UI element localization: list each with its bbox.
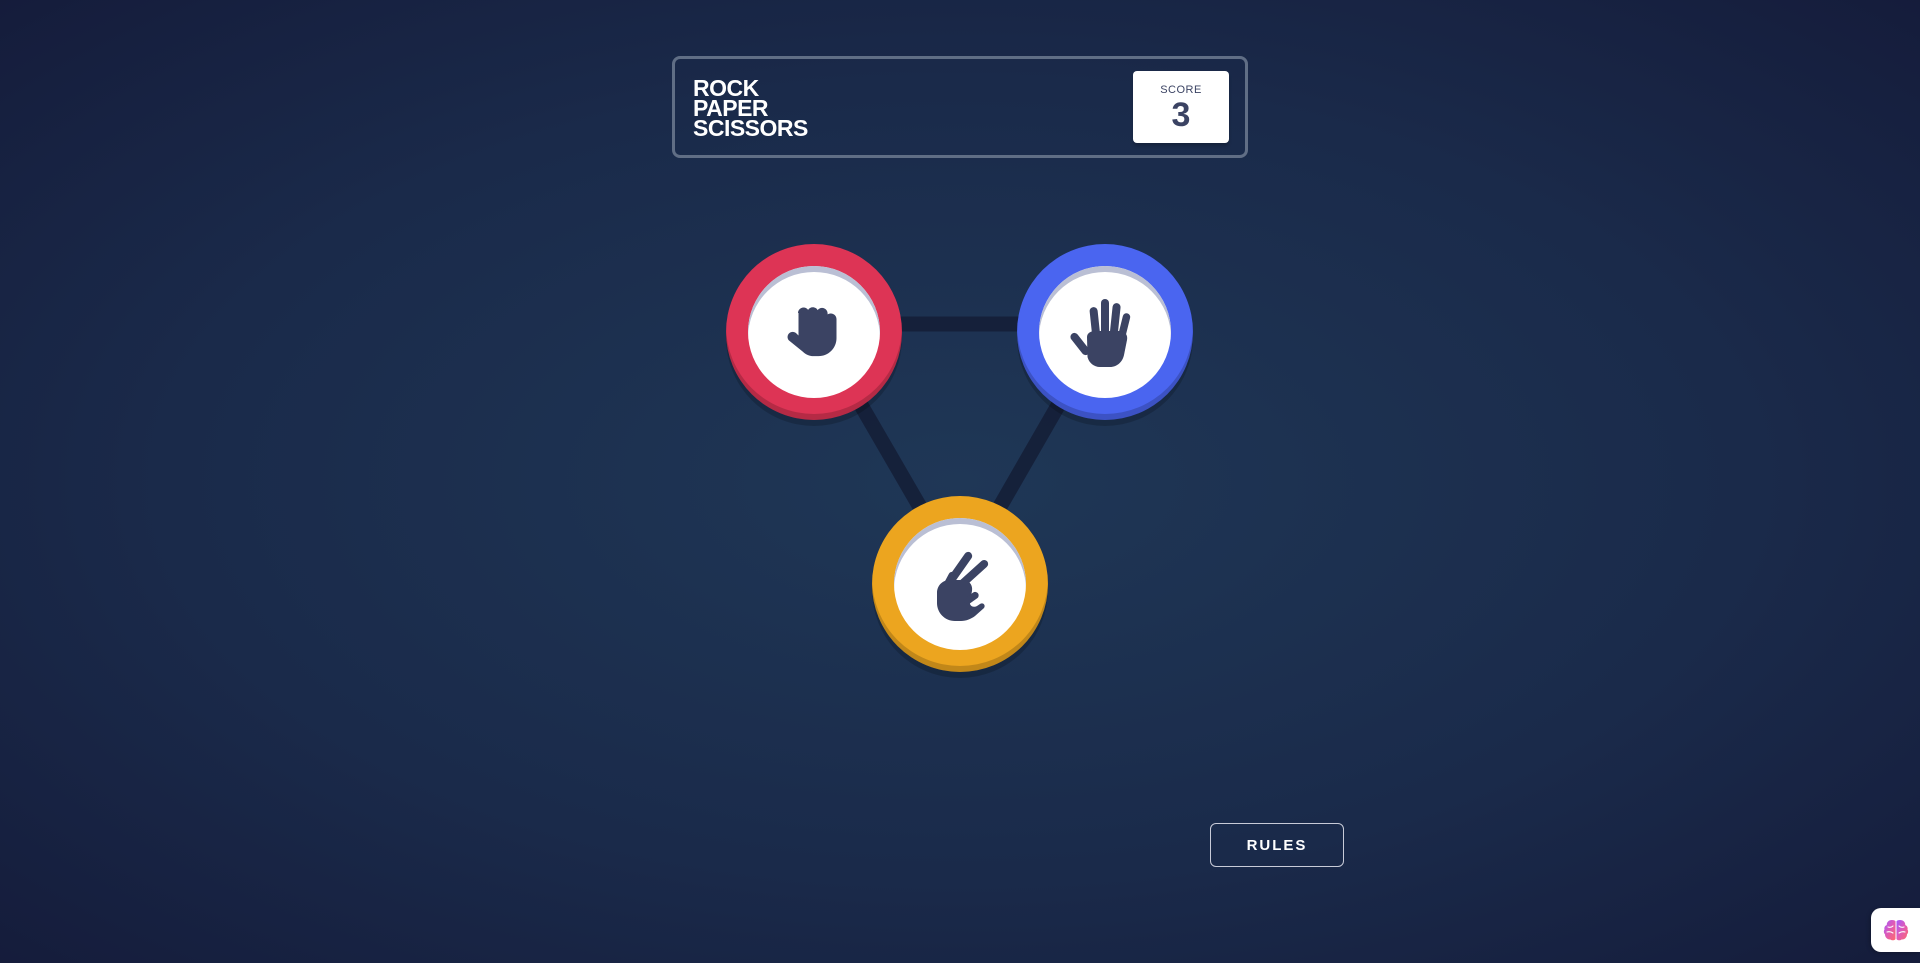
paper-token-face <box>1039 266 1171 398</box>
triangle-background <box>806 316 1113 584</box>
peace-hand-icon <box>937 551 989 621</box>
open-hand-icon <box>1070 299 1131 367</box>
brain-widget-button[interactable] <box>1871 908 1920 952</box>
rules-button[interactable]: RULES <box>1210 823 1344 867</box>
scissors-button[interactable] <box>872 496 1048 672</box>
rock-button[interactable] <box>726 244 902 420</box>
brain-icon <box>1883 920 1908 941</box>
fist-icon <box>787 307 837 357</box>
game-board <box>0 0 1920 963</box>
paper-button[interactable] <box>1017 244 1193 420</box>
scissors-token-face <box>894 518 1026 650</box>
rock-token-face <box>748 266 880 398</box>
